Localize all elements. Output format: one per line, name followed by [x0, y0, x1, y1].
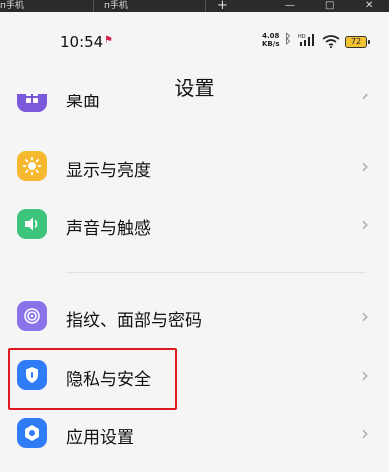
chevron-right-icon: ›: [361, 304, 369, 328]
chevron-right-icon: ›: [361, 154, 369, 178]
tab-separator: [205, 0, 206, 12]
tab-separator: [93, 0, 94, 12]
browser-tab-bar: п手机 п手机 + — □ ✕: [0, 0, 389, 12]
battery-icon: 72: [345, 36, 370, 48]
phone-screen: 10:54 ⚑ 4.08 KB/s ᛒ HD 72 设置 桌面 › 显示与亮度 …: [0, 12, 389, 472]
signal-icon: HD: [298, 32, 320, 51]
status-time: 10:54: [60, 33, 104, 51]
settings-item-biometrics[interactable]: 指纹、面部与密码 ›: [0, 290, 389, 346]
settings-item-desktop[interactable]: 桌面 ›: [0, 94, 389, 128]
status-bar: 10:54 ⚑ 4.08 KB/s ᛒ HD 72: [0, 12, 389, 52]
chevron-right-icon: ›: [361, 363, 369, 387]
section-divider: [66, 272, 366, 273]
new-tab-button[interactable]: +: [217, 0, 228, 12]
highlight-box: [8, 348, 177, 410]
browser-tab[interactable]: п手机: [0, 0, 24, 12]
sun-icon: [17, 151, 47, 181]
settings-item-label: 声音与触感: [66, 219, 151, 239]
settings-item-app-settings[interactable]: 应用设置 ›: [0, 407, 389, 463]
settings-item-label: 应用设置: [66, 428, 134, 448]
chevron-right-icon: ›: [361, 421, 369, 445]
minimize-button[interactable]: —: [285, 0, 295, 12]
settings-item-label: 显示与亮度: [66, 161, 151, 181]
settings-item-label: 桌面: [66, 94, 100, 111]
browser-tab-active[interactable]: п手机: [104, 0, 128, 12]
close-button[interactable]: ✕: [365, 0, 373, 12]
app-settings-icon: [17, 418, 47, 448]
settings-item-label: 指纹、面部与密码: [66, 311, 202, 331]
bluetooth-icon: ᛒ: [284, 32, 292, 47]
network-speed: 4.08 KB/s: [262, 32, 279, 48]
chevron-right-icon: ›: [361, 212, 369, 236]
notification-flag-icon: ⚑: [104, 35, 113, 46]
network-speed-value: 4.08: [262, 32, 280, 40]
chevron-right-icon: ›: [361, 94, 369, 106]
maximize-button[interactable]: □: [325, 0, 334, 12]
speaker-icon: [17, 209, 47, 239]
desktop-icon: [17, 94, 47, 112]
fingerprint-icon: [17, 301, 47, 331]
settings-item-sound[interactable]: 声音与触感 ›: [0, 198, 389, 254]
network-speed-unit: KB/s: [262, 40, 280, 48]
wifi-icon: [322, 33, 340, 52]
hd-label: HD: [298, 34, 306, 40]
settings-item-display[interactable]: 显示与亮度 ›: [0, 140, 389, 196]
